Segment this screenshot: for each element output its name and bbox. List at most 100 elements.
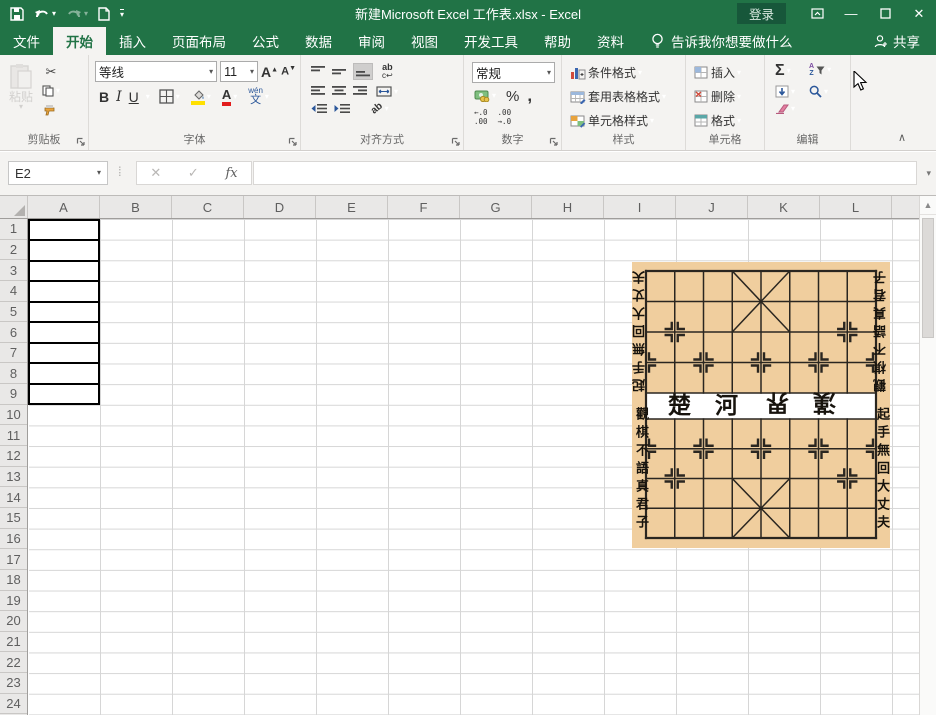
row-header-9[interactable]: 9: [0, 384, 27, 405]
row-header-5[interactable]: 5: [0, 302, 27, 323]
grow-font-button[interactable]: A▲: [261, 65, 278, 79]
merge-center-button[interactable]: ▾: [374, 85, 400, 98]
middle-align-button[interactable]: [332, 66, 346, 77]
row-header-14[interactable]: 14: [0, 487, 27, 508]
comma-style-button[interactable]: ,: [527, 86, 532, 106]
column-header-B[interactable]: B: [100, 196, 172, 218]
share-button[interactable]: 共享: [874, 27, 936, 55]
bordered-cell-A5[interactable]: [28, 301, 100, 321]
tab-data[interactable]: 数据: [292, 27, 345, 55]
column-header-partial[interactable]: [892, 196, 919, 218]
vertical-scrollbar[interactable]: ▲: [919, 196, 936, 715]
bordered-cell-A9[interactable]: [28, 383, 100, 405]
copy-button[interactable]: ▾: [40, 84, 62, 98]
column-header-J[interactable]: J: [676, 196, 748, 218]
scroll-up-arrow-icon[interactable]: ▲: [920, 196, 936, 215]
row-header-18[interactable]: 18: [0, 570, 27, 591]
cell-styles-button[interactable]: 单元格样式▾: [568, 111, 685, 130]
row-header-7[interactable]: 7: [0, 343, 27, 364]
underline-caret-icon[interactable]: ▾: [146, 93, 150, 101]
bordered-cell-A3[interactable]: [28, 260, 100, 280]
row-header-23[interactable]: 23: [0, 673, 27, 694]
paste-button[interactable]: 粘贴 ▾: [8, 59, 34, 116]
font-size-combo[interactable]: 11▾: [220, 61, 258, 82]
row-header-1[interactable]: 1: [0, 219, 27, 240]
insert-function-button[interactable]: fx: [225, 166, 237, 181]
row-header-2[interactable]: 2: [0, 240, 27, 261]
number-dialog-launcher[interactable]: [549, 137, 559, 147]
tab-ziliao[interactable]: 资料: [584, 27, 637, 55]
bordered-cell-A7[interactable]: [28, 342, 100, 362]
tab-insert[interactable]: 插入: [106, 27, 159, 55]
column-header-F[interactable]: F: [388, 196, 460, 218]
confirm-entry-button[interactable]: ✓: [188, 165, 199, 181]
tell-me-box[interactable]: 告诉我你想要做什么: [651, 27, 793, 55]
formula-bar-drag-handle[interactable]: ⁞: [118, 164, 123, 179]
row-header-6[interactable]: 6: [0, 322, 27, 343]
format-cells-button[interactable]: 格式▾: [692, 111, 764, 130]
column-header-E[interactable]: E: [316, 196, 388, 218]
sort-filter-button[interactable]: AZ ▾: [807, 62, 833, 78]
conditional-formatting-button[interactable]: 条件格式▾: [568, 63, 685, 82]
row-header-13[interactable]: 13: [0, 467, 27, 488]
row-header-3[interactable]: 3: [0, 260, 27, 281]
tab-page-layout[interactable]: 页面布局: [159, 27, 239, 55]
bold-button[interactable]: B: [99, 89, 109, 105]
bordered-cell-A6[interactable]: [28, 321, 100, 341]
scrollbar-thumb[interactable]: [922, 218, 934, 338]
align-right-button[interactable]: [353, 86, 367, 97]
xiangqi-board-image[interactable]: 楚 河 漢 界 起手無回大丈夫 觀棋不語真君子 觀棋不語真君子 起手無回大丈夫: [632, 262, 890, 548]
number-format-combo[interactable]: 常规▾: [472, 62, 555, 83]
cancel-entry-button[interactable]: ✕: [150, 165, 161, 181]
clipboard-dialog-launcher[interactable]: [76, 137, 86, 147]
column-header-I[interactable]: I: [604, 196, 676, 218]
bordered-cell-A4[interactable]: [28, 280, 100, 300]
collapse-ribbon-button[interactable]: ∧: [898, 131, 906, 144]
wrap-text-button[interactable]: abc↩: [380, 62, 395, 81]
row-header-21[interactable]: 21: [0, 632, 27, 653]
align-left-button[interactable]: [311, 86, 325, 97]
find-select-button[interactable]: ▾: [807, 84, 830, 99]
increase-decimal-button[interactable]: ←.0 .00: [474, 109, 488, 126]
row-header-15[interactable]: 15: [0, 508, 27, 529]
row-header-22[interactable]: 22: [0, 652, 27, 673]
format-painter-icon[interactable]: [44, 104, 58, 116]
column-header-D[interactable]: D: [244, 196, 316, 218]
expand-formula-bar-icon[interactable]: ▾: [926, 168, 931, 179]
tab-formulas[interactable]: 公式: [239, 27, 292, 55]
italic-button[interactable]: I: [116, 89, 122, 105]
name-box-caret-icon[interactable]: ▾: [97, 169, 101, 177]
fill-button[interactable]: ▾: [773, 84, 797, 99]
phonetic-guide-button[interactable]: wén 文 ▾: [246, 86, 271, 107]
tab-help[interactable]: 帮助: [531, 27, 584, 55]
alignment-dialog-launcher[interactable]: [451, 137, 461, 147]
select-all-corner[interactable]: [0, 196, 28, 218]
row-header-8[interactable]: 8: [0, 363, 27, 384]
font-name-combo[interactable]: 等线▾: [95, 61, 217, 82]
delete-cells-button[interactable]: 删除▾: [692, 87, 764, 106]
column-header-H[interactable]: H: [532, 196, 604, 218]
bordered-range-a1-a9[interactable]: [28, 219, 100, 405]
fill-color-button[interactable]: ▾: [189, 88, 213, 106]
row-header-12[interactable]: 12: [0, 446, 27, 467]
font-color-button[interactable]: A ▾: [220, 87, 239, 107]
row-header-4[interactable]: 4: [0, 281, 27, 302]
row-header-10[interactable]: 10: [0, 405, 27, 426]
row-header-16[interactable]: 16: [0, 529, 27, 550]
format-as-table-button[interactable]: 套用表格格式▾: [568, 87, 685, 106]
row-header-20[interactable]: 20: [0, 611, 27, 632]
autosum-button[interactable]: Σ▾: [773, 62, 793, 80]
column-header-C[interactable]: C: [172, 196, 244, 218]
top-align-button[interactable]: [311, 66, 325, 77]
increase-indent-button[interactable]: [334, 103, 350, 114]
cut-button[interactable]: ✂: [46, 65, 57, 78]
row-header-19[interactable]: 19: [0, 591, 27, 612]
column-header-L[interactable]: L: [820, 196, 892, 218]
tab-file[interactable]: 文件: [0, 27, 53, 55]
row-header-11[interactable]: 11: [0, 425, 27, 446]
name-box[interactable]: E2 ▾: [8, 161, 108, 185]
bottom-align-button[interactable]: [353, 63, 373, 80]
tab-view[interactable]: 视图: [398, 27, 451, 55]
column-header-A[interactable]: A: [28, 196, 100, 218]
clear-button[interactable]: ▾: [773, 103, 797, 115]
